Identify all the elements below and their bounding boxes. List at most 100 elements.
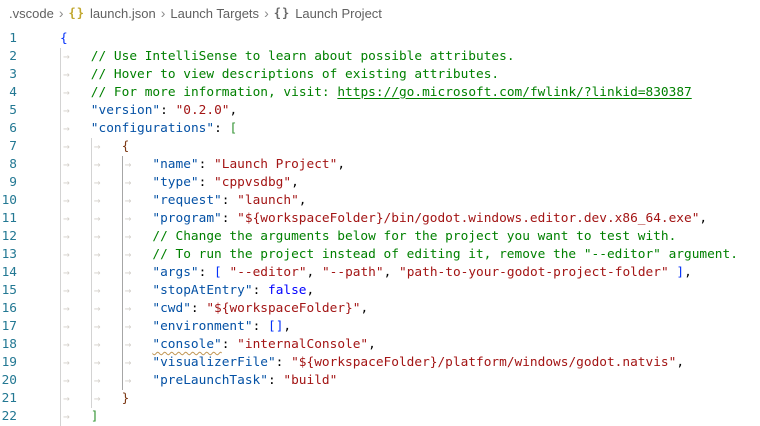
code-token: // To run the project instead of editing… (152, 247, 738, 262)
indent-guide: → (91, 228, 122, 246)
code-token: : (253, 319, 268, 334)
indent-guide: → (122, 246, 153, 264)
tab-whitespace-icon: → (92, 192, 101, 210)
code-line[interactable]: 7→→{ (0, 138, 760, 156)
code-token: "launch" (237, 193, 299, 208)
code-line[interactable]: 20→→→"preLaunchTask": "build" (0, 372, 760, 390)
line-number: 8 (0, 156, 17, 174)
code-line[interactable]: 9→→→"type": "cppvsdbg", (0, 174, 760, 192)
line-number: 16 (0, 300, 17, 318)
code-token: "0.2.0" (176, 103, 230, 118)
breadcrumb-label: .vscode (9, 6, 54, 21)
breadcrumb-item-launch-project[interactable]: {}Launch Project (274, 6, 382, 21)
indent-guide: → (60, 210, 91, 228)
code-line[interactable]: 17→→→"environment": [], (0, 318, 760, 336)
code-token: "path-to-your-godot-project-folder" (399, 265, 669, 280)
code-token: "version" (91, 103, 160, 118)
code-line[interactable]: 15→→→"stopAtEntry": false, (0, 282, 760, 300)
breadcrumb-item-launch-targets[interactable]: Launch Targets (170, 6, 259, 21)
breadcrumb-label: Launch Targets (170, 6, 259, 21)
code-link[interactable]: https://go.microsoft.com/fwlink/?linkid=… (337, 85, 691, 100)
tab-whitespace-icon: → (61, 318, 70, 336)
code-line-content: →→→// Change the arguments below for the… (60, 228, 760, 246)
code-token: "program" (152, 211, 221, 226)
code-token: "environment" (152, 319, 252, 334)
code-line-content: →→→"program": "${workspaceFolder}/bin/go… (60, 210, 760, 228)
indent-guide: → (60, 336, 91, 354)
code-token: : (199, 157, 214, 172)
tab-whitespace-icon: → (61, 282, 70, 300)
tab-whitespace-icon: → (61, 336, 70, 354)
code-line[interactable]: 5→"version": "0.2.0", (0, 102, 760, 120)
indent-guide: → (122, 228, 153, 246)
code-token: , (337, 157, 345, 172)
tab-whitespace-icon: → (123, 156, 132, 174)
indent-guide: → (122, 264, 153, 282)
code-token: "console" (152, 337, 221, 352)
code-token: // Hover to view descriptions of existin… (91, 67, 499, 82)
code-token: , (307, 265, 322, 280)
tab-whitespace-icon: → (92, 372, 101, 390)
breadcrumb-item-vscode[interactable]: .vscode (9, 6, 54, 21)
line-number: 12 (0, 228, 17, 246)
code-token: "cppvsdbg" (214, 175, 291, 190)
indent-guide: → (91, 264, 122, 282)
tab-whitespace-icon: → (61, 102, 70, 120)
tab-whitespace-icon: → (61, 192, 70, 210)
code-line[interactable]: 3→// Hover to view descriptions of exist… (0, 66, 760, 84)
tab-whitespace-icon: → (123, 354, 132, 372)
tab-whitespace-icon: → (123, 372, 132, 390)
code-line[interactable]: 6→"configurations": [ (0, 120, 760, 138)
indent-guide: → (91, 174, 122, 192)
tab-whitespace-icon: → (123, 282, 132, 300)
breadcrumb-separator-icon: › (264, 6, 269, 20)
code-line[interactable]: 22→] (0, 408, 760, 426)
code-token: , (368, 337, 376, 352)
code-token: ] (676, 265, 684, 280)
code-line[interactable]: 13→→→// To run the project instead of ed… (0, 246, 760, 264)
code-line[interactable]: 18→→→"console": "internalConsole", (0, 336, 760, 354)
code-token: , (230, 103, 238, 118)
indent-guide: → (91, 372, 122, 390)
code-line[interactable]: 16→→→"cwd": "${workspaceFolder}", (0, 300, 760, 318)
indent-guide: → (60, 228, 91, 246)
code-line[interactable]: 11→→→"program": "${workspaceFolder}/bin/… (0, 210, 760, 228)
code-line-content: →→→"console": "internalConsole", (60, 336, 760, 354)
line-number: 9 (0, 174, 17, 192)
tab-whitespace-icon: → (61, 246, 70, 264)
tab-whitespace-icon: → (123, 174, 132, 192)
tab-whitespace-icon: → (123, 264, 132, 282)
code-line-content: →→→"visualizerFile": "${workspaceFolder}… (60, 354, 760, 372)
indent-guide: → (60, 282, 91, 300)
line-number: 15 (0, 282, 17, 300)
code-line[interactable]: 8→→→"name": "Launch Project", (0, 156, 760, 174)
code-line[interactable]: 21→→} (0, 390, 760, 408)
code-token: , (699, 211, 707, 226)
code-line[interactable]: 2→// Use IntelliSense to learn about pos… (0, 48, 760, 66)
code-line-content: →→→"args": [ "--editor", "--path", "path… (60, 264, 760, 282)
code-token: , (283, 319, 291, 334)
tab-whitespace-icon: → (92, 318, 101, 336)
code-editor[interactable]: 1{2→// Use IntelliSense to learn about p… (0, 26, 760, 426)
indent-guide: → (122, 336, 153, 354)
tab-whitespace-icon: → (92, 354, 101, 372)
symbol-object-icon: {} (274, 6, 290, 20)
code-token: "${workspaceFolder}/platform/windows/god… (291, 355, 676, 370)
tab-whitespace-icon: → (123, 192, 132, 210)
code-token: { (60, 31, 68, 46)
tab-whitespace-icon: → (61, 174, 70, 192)
code-line[interactable]: 4→// For more information, visit: https:… (0, 84, 760, 102)
code-line[interactable]: 10→→→"request": "launch", (0, 192, 760, 210)
code-token: // For more information, visit: (91, 85, 338, 100)
code-line[interactable]: 14→→→"args": [ "--editor", "--path", "pa… (0, 264, 760, 282)
code-line[interactable]: 12 →→→// Change the arguments below for t… (0, 228, 760, 246)
indent-guide: → (122, 372, 153, 390)
code-line[interactable]: 19→→→"visualizerFile": "${workspaceFolde… (0, 354, 760, 372)
indent-guide: → (91, 192, 122, 210)
code-line[interactable]: 1{ (0, 30, 760, 48)
tab-whitespace-icon: → (61, 300, 70, 318)
breadcrumb-label: launch.json (90, 6, 156, 21)
breadcrumb-item-launch-json[interactable]: {}launch.json (68, 6, 155, 21)
indent-guide: → (60, 48, 91, 66)
code-token: false (268, 283, 307, 298)
